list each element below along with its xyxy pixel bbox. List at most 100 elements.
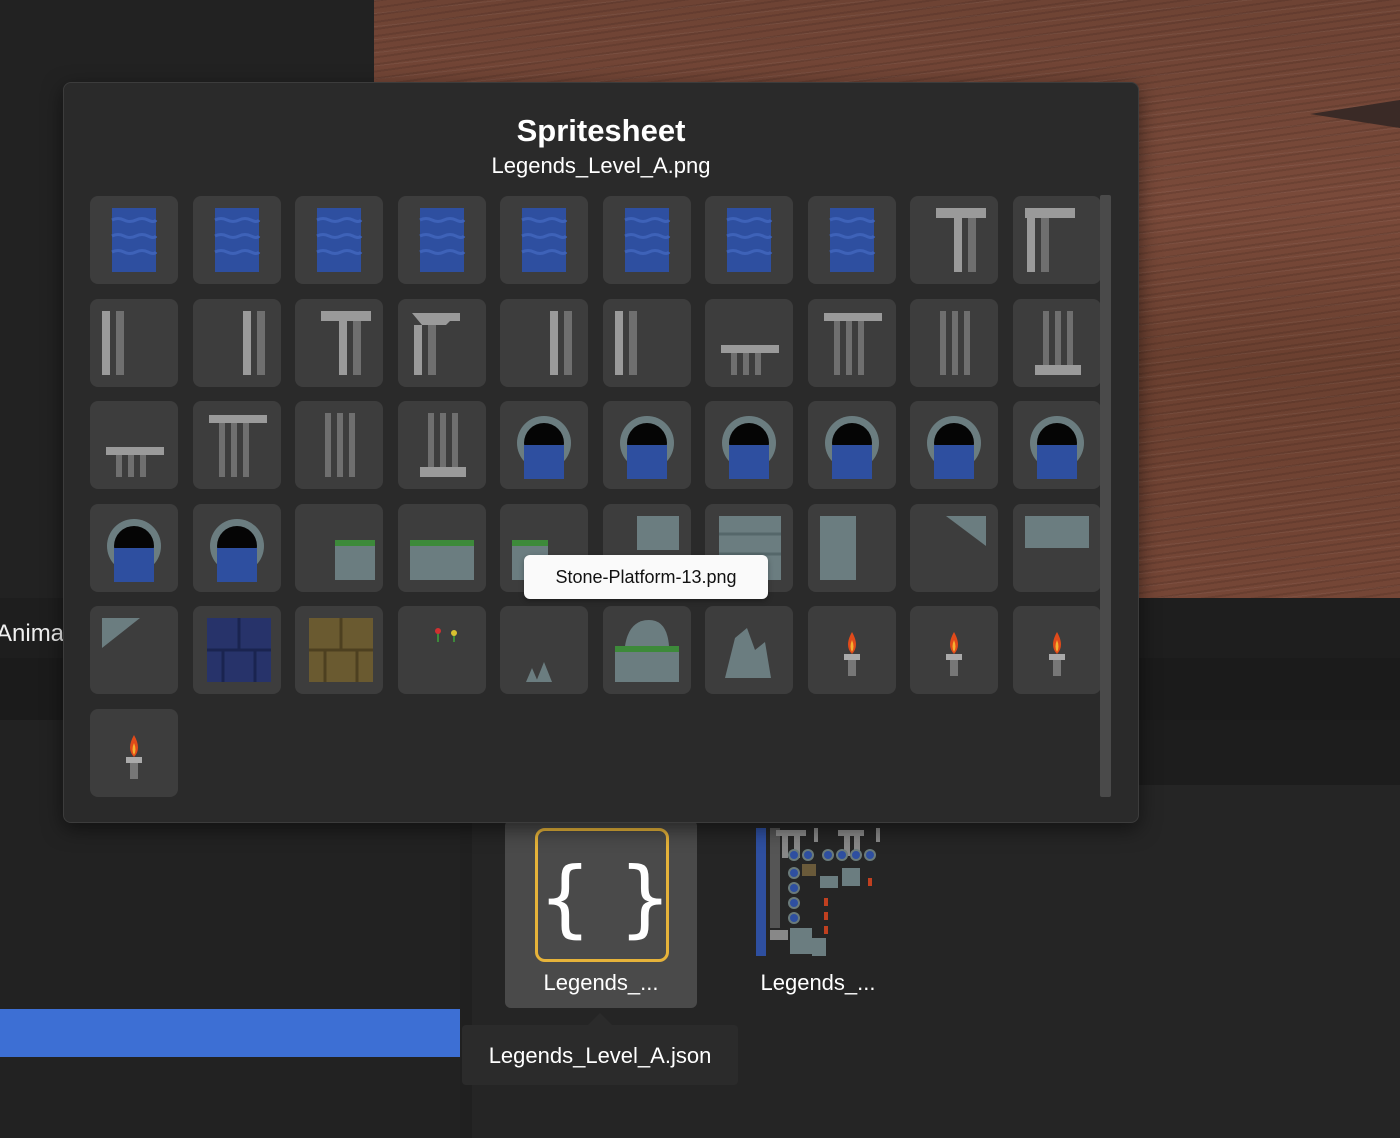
water-sprite-icon xyxy=(828,208,875,272)
brick-blue-sprite-icon xyxy=(206,618,271,682)
asset-item-label: Legends_... xyxy=(760,970,876,995)
sprite-tile-stone-platform[interactable] xyxy=(397,503,486,592)
asset-item-label: Legends_... xyxy=(543,970,659,995)
water-sprite-icon xyxy=(623,208,670,272)
scrollbar[interactable] xyxy=(1100,195,1111,797)
column-base-dark-sprite-icon xyxy=(419,413,466,477)
water-sprite-icon xyxy=(418,208,465,272)
sprite-tile-water[interactable] xyxy=(705,196,793,284)
json-file-icon: { } xyxy=(535,828,672,962)
sprite-tile-column-capital[interactable] xyxy=(192,401,281,489)
column-base-dark-sprite-icon xyxy=(1034,310,1081,375)
sprite-tile-column-shaft-dark[interactable] xyxy=(910,298,998,387)
sprite-tile-torch[interactable] xyxy=(807,606,896,694)
sprite-tile-rocks-small[interactable] xyxy=(500,606,588,694)
sprite-tile-torch[interactable] xyxy=(910,606,998,694)
pipe-water-sprite-icon xyxy=(619,416,674,479)
water-sprite-icon xyxy=(316,208,363,272)
column-capital-sprite-icon xyxy=(208,415,267,477)
sprite-tile-stone-wall-top[interactable] xyxy=(1012,503,1101,592)
pipe-water-sprite-icon xyxy=(1029,416,1084,479)
sprite-tile-brick-brown[interactable] xyxy=(295,606,383,694)
rock-large-sprite-icon xyxy=(725,628,771,678)
column-capital-sprite-icon xyxy=(823,312,882,375)
flowers-sprite-icon xyxy=(434,628,457,642)
pillar-top-t-left-sprite-icon xyxy=(1024,208,1075,272)
sprite-tile-column-base-dark[interactable] xyxy=(1012,298,1101,387)
sprite-tile-stone-corner-small[interactable] xyxy=(90,606,178,694)
sprite-tile-pipe-water[interactable] xyxy=(1012,401,1101,489)
sprite-tile-water[interactable] xyxy=(90,196,178,284)
torch-sprite-icon xyxy=(126,734,142,779)
sprite-tile-stone-corner[interactable] xyxy=(910,503,998,592)
sprite-tile-column-capital-small[interactable] xyxy=(90,401,178,489)
rocks-small-sprite-icon xyxy=(526,662,552,682)
column-capital-small-sprite-icon xyxy=(106,447,164,477)
pillar-shaft-left-sprite-icon xyxy=(614,310,637,375)
sprite-tile-pipe-water[interactable] xyxy=(807,401,896,489)
asset-item-spritesheet[interactable]: Legends_... xyxy=(722,820,914,1008)
pipe-water-sprite-icon xyxy=(927,416,981,479)
pipe-water-sprite-icon xyxy=(722,416,776,479)
water-sprite-icon xyxy=(213,208,260,272)
sprite-tile-pipe-water[interactable] xyxy=(910,401,998,489)
sprite-tile-pillar-shaft-right[interactable] xyxy=(500,298,588,387)
spritesheet-thumbnail xyxy=(756,828,880,956)
selected-row-highlight[interactable] xyxy=(0,1009,460,1057)
pipe-water-sprite-icon xyxy=(209,518,264,582)
pillar-top-t-sprite-icon xyxy=(321,310,371,375)
sprite-tile-pipe-water[interactable] xyxy=(602,401,691,489)
animation-panel-label[interactable]: Anima xyxy=(0,620,64,648)
sprite-tile-pillar-shaft-right[interactable] xyxy=(192,298,281,387)
sprite-tile-pillar-shaft-left[interactable] xyxy=(90,298,178,387)
pillar-shaft-right-sprite-icon xyxy=(550,310,572,375)
sprite-tile-column-base-dark[interactable] xyxy=(397,401,486,489)
sprite-tile-water[interactable] xyxy=(397,196,486,284)
torch-sprite-icon xyxy=(1048,632,1065,676)
sprite-tile-water[interactable] xyxy=(295,196,383,284)
sprite-tile-brick-blue[interactable] xyxy=(192,606,281,694)
json-braces-icon: { } xyxy=(538,849,672,947)
sprite-tile-flowers[interactable] xyxy=(397,606,486,694)
sprite-tile-water[interactable] xyxy=(192,196,281,284)
sprite-tile-pillar-top-broken[interactable] xyxy=(397,298,486,387)
pipe-water-sprite-icon xyxy=(517,416,571,479)
torch-sprite-icon xyxy=(946,632,962,676)
sprite-tile-torch[interactable] xyxy=(90,708,178,797)
torch-sprite-icon xyxy=(843,632,860,676)
sprite-tile-column-shaft-dark[interactable] xyxy=(295,401,383,489)
sprite-tile-pillar-top-t[interactable] xyxy=(295,298,383,387)
water-sprite-icon xyxy=(111,208,158,272)
rock-on-grass-sprite-icon xyxy=(614,620,679,682)
pipe-water-sprite-icon xyxy=(824,416,879,479)
sprite-tile-pillar-top-t[interactable] xyxy=(910,196,998,284)
sprite-tile-pipe-water[interactable] xyxy=(705,401,793,489)
sprite-tile-water[interactable] xyxy=(602,196,691,284)
sprite-tile-rock-on-grass[interactable] xyxy=(602,606,691,694)
pillar-top-t-sprite-icon xyxy=(936,208,986,272)
sprite-tile-torch[interactable] xyxy=(1012,606,1101,694)
sprite-tile-pipe-water[interactable] xyxy=(500,401,588,489)
sprite-tile-pillar-top-t-left[interactable] xyxy=(1012,196,1101,284)
sprite-tile-column-capital[interactable] xyxy=(807,298,896,387)
asset-item-json[interactable]: { } Legends_... xyxy=(505,820,697,1008)
sprite-tile-column-capital-small[interactable] xyxy=(705,298,793,387)
sprite-tile-water[interactable] xyxy=(500,196,588,284)
water-sprite-icon xyxy=(726,208,773,272)
brick-brown-sprite-icon xyxy=(309,618,373,682)
stone-corner-small-sprite-icon xyxy=(102,618,140,648)
column-capital-small-sprite-icon xyxy=(721,344,779,375)
sprite-tile-pipe-water[interactable] xyxy=(90,503,178,592)
sprite-grid xyxy=(64,83,1138,822)
panel-divider[interactable] xyxy=(460,785,472,1138)
stone-wall-top-sprite-icon xyxy=(1024,515,1089,548)
pillar-shaft-left-sprite-icon xyxy=(102,310,124,375)
sprite-tile-pipe-water[interactable] xyxy=(192,503,281,592)
sprite-tile-stone-wall-left[interactable] xyxy=(807,503,896,592)
sprite-tile-rock-large[interactable] xyxy=(705,606,793,694)
asset-filename-tooltip: Legends_Level_A.json xyxy=(462,1025,738,1085)
sprite-tile-pillar-shaft-left[interactable] xyxy=(602,298,691,387)
sprite-tile-stone-platform-small[interactable] xyxy=(295,503,383,592)
sprite-tile-water[interactable] xyxy=(807,196,896,284)
water-sprite-icon xyxy=(521,208,568,272)
